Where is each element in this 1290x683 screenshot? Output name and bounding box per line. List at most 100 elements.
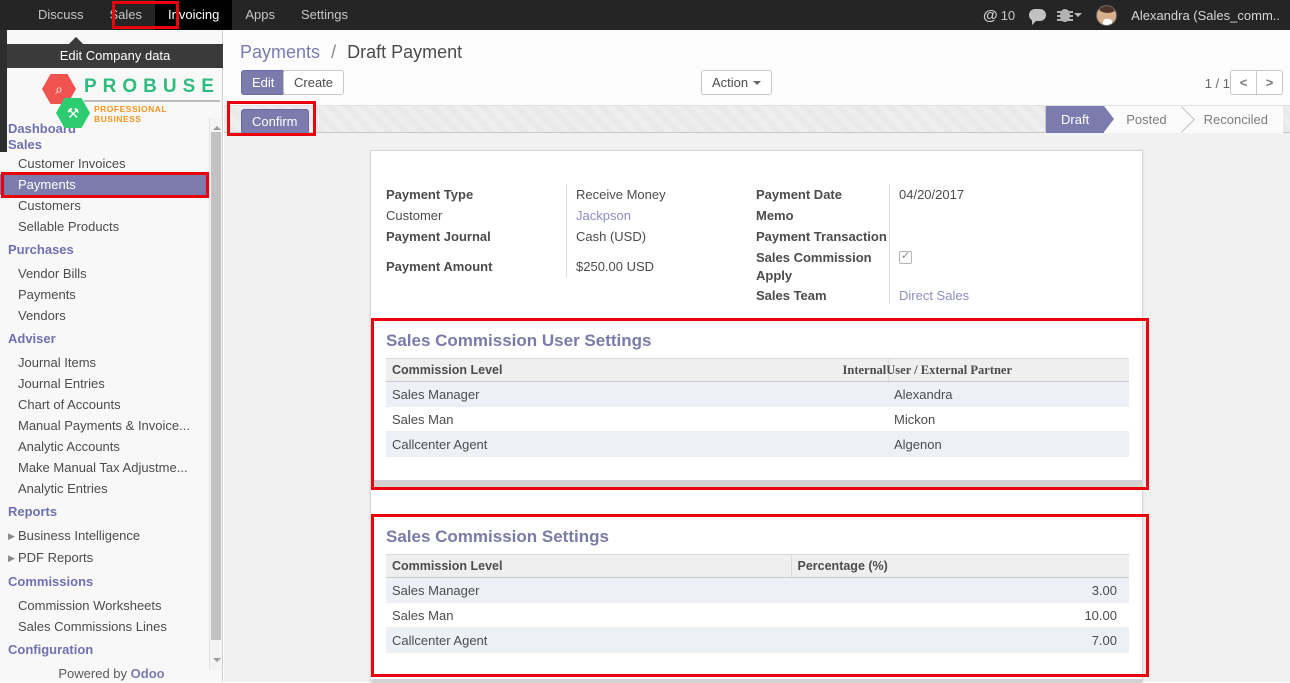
sidebar-item-analytic-accounts[interactable]: Analytic Accounts — [0, 436, 208, 457]
mentions-counter[interactable]: @ 10 — [983, 7, 1015, 24]
sidebar-section-sales[interactable]: Sales — [0, 137, 208, 153]
field-memo: Memo — [756, 205, 1126, 226]
sidebar-item-customers[interactable]: Customers — [0, 195, 208, 216]
user-avatar[interactable] — [1096, 5, 1117, 26]
sidebar-item-sales-commissions-lines[interactable]: Sales Commissions Lines — [0, 616, 208, 637]
table-row[interactable]: Sales Manager Alexandra — [386, 382, 1129, 407]
percentage-cell: 7.00 — [791, 628, 1129, 653]
sidebar-section-configuration[interactable]: Configuration — [0, 642, 208, 658]
commission-level-cell: Callcenter Agent — [386, 628, 791, 653]
sidebar-item-label: PDF Reports — [18, 550, 93, 565]
user-cell: Algenon — [888, 432, 1129, 457]
sidebar-item-commission-worksheets[interactable]: Commission Worksheets — [0, 595, 208, 616]
at-icon: @ — [983, 7, 998, 24]
navbar-menu: Discuss Sales Invoicing Apps Settings — [0, 0, 361, 30]
commission-level-cell: Callcenter Agent — [386, 432, 888, 457]
sidebar-section-reports[interactable]: Reports — [0, 504, 208, 520]
sidebar-item-vendors[interactable]: Vendors — [0, 305, 208, 326]
sidebar-item-manual-payments[interactable]: Manual Payments & Invoice... — [0, 415, 208, 436]
header-part: User — [886, 363, 911, 377]
nav-item-discuss[interactable]: Discuss — [25, 0, 97, 30]
scroll-down-icon[interactable] — [213, 658, 221, 666]
sidebar-section-commissions[interactable]: Commissions — [0, 574, 208, 590]
label-line1: Sales Commission — [756, 250, 872, 265]
payment-amount-label: Payment Amount — [386, 256, 566, 277]
stage-draft[interactable]: Draft — [1046, 106, 1104, 133]
nav-item-apps[interactable]: Apps — [232, 0, 288, 30]
edit-button[interactable]: Edit — [241, 70, 285, 95]
column-header-commission-level[interactable]: Commission Level — [386, 359, 888, 382]
field-payment-date: Payment Date 04/20/2017 — [756, 184, 1126, 205]
status-bar: Confirm Draft Posted Reconciled — [224, 105, 1290, 133]
sidebar-item-customer-invoices[interactable]: Customer Invoices — [0, 153, 208, 174]
percentage-cell: 10.00 — [791, 603, 1129, 628]
navbar-systray: @ 10 Alexandra (Sales_comm.. — [983, 5, 1290, 26]
table-header-row: Commission Level InternalUser / External… — [386, 359, 1129, 382]
user-cell: Mickon — [888, 407, 1129, 432]
action-dropdown-button[interactable]: Action — [701, 70, 772, 95]
sidebar-item-analytic-entries[interactable]: Analytic Entries — [0, 478, 208, 499]
field-group-right: Payment Date 04/20/2017 Memo Payment Tra… — [756, 184, 1126, 306]
expand-arrow-icon: ▶ — [8, 526, 18, 547]
table-row[interactable]: Sales Man 10.00 — [386, 603, 1129, 628]
stage-reconciled[interactable]: Reconciled — [1182, 106, 1283, 133]
field-payment-amount: Payment Amount $250.00 USD — [386, 256, 736, 277]
debug-menu[interactable] — [1060, 9, 1082, 22]
create-button[interactable]: Create — [283, 70, 344, 95]
sidebar-item-business-intelligence[interactable]: ▶Business Intelligence — [0, 525, 208, 547]
odoo-brand-link[interactable]: Odoo — [131, 666, 165, 681]
sidebar-item-payments[interactable]: Payments — [0, 174, 208, 195]
breadcrumb-payments-link[interactable]: Payments — [240, 42, 320, 62]
payment-date-label: Payment Date — [756, 184, 889, 205]
field-payment-transaction: Payment Transaction — [756, 226, 1126, 247]
confirm-button[interactable]: Confirm — [241, 109, 309, 134]
field-payment-journal: Payment Journal Cash (USD) — [386, 226, 736, 247]
user-menu[interactable]: Alexandra (Sales_comm.. — [1131, 8, 1280, 23]
table-row[interactable]: Callcenter Agent 7.00 — [386, 628, 1129, 653]
sidebar-item-journal-items[interactable]: Journal Items — [0, 352, 208, 373]
settings-title: Sales Commission Settings — [386, 527, 609, 547]
sidebar-section-adviser[interactable]: Adviser — [0, 331, 208, 347]
list-footer-bar — [372, 480, 1142, 488]
scroll-up-icon[interactable] — [213, 122, 221, 130]
sidebar-section-purchases[interactable]: Purchases — [0, 242, 208, 258]
table-row[interactable]: Sales Manager 3.00 — [386, 578, 1129, 603]
top-navbar: Discuss Sales Invoicing Apps Settings @ … — [0, 0, 1290, 30]
chevron-down-icon — [1074, 13, 1082, 21]
sidebar-item-vendor-bills[interactable]: Vendor Bills — [0, 263, 208, 284]
sales-team-link[interactable]: Direct Sales — [889, 285, 969, 306]
pager-previous-button[interactable]: < — [1230, 70, 1257, 95]
sidebar-item-journal-entries[interactable]: Journal Entries — [0, 373, 208, 394]
sales-commission-apply-checkbox[interactable] — [899, 251, 912, 264]
column-header-percentage[interactable]: Percentage (%) — [791, 555, 1129, 578]
form-view: Payment Type Receive Money Customer Jack… — [224, 133, 1290, 682]
sidebar-item-chart-of-accounts[interactable]: Chart of Accounts — [0, 394, 208, 415]
table-row[interactable]: Callcenter Agent Algenon — [386, 432, 1129, 457]
messages-icon[interactable] — [1029, 9, 1046, 21]
column-header-commission-level[interactable]: Commission Level — [386, 555, 791, 578]
main-content: Payments / Draft Payment Edit Create Act… — [224, 30, 1290, 682]
column-header-internal-user[interactable]: InternalUser / External Partner — [888, 359, 1129, 382]
pager-next-button[interactable]: > — [1256, 70, 1283, 95]
sidebar-item-vendor-payments[interactable]: Payments — [0, 284, 208, 305]
nav-item-sales[interactable]: Sales — [97, 0, 156, 30]
sidebar-item-pdf-reports[interactable]: ▶PDF Reports — [0, 547, 208, 569]
sidebar-item-tax-adjustments[interactable]: Make Manual Tax Adjustme... — [0, 457, 208, 478]
stage-posted[interactable]: Posted — [1104, 106, 1181, 133]
payment-amount-value: $250.00 USD — [566, 256, 654, 277]
field-sales-team: Sales Team Direct Sales — [756, 285, 1126, 306]
customer-link[interactable]: Jackpson — [566, 205, 631, 226]
field-customer: Customer Jackpson — [386, 205, 736, 226]
powered-by: Powered by Odoo — [0, 666, 223, 681]
nav-item-settings[interactable]: Settings — [288, 0, 361, 30]
payment-type-value: Receive Money — [566, 184, 666, 205]
table-row[interactable]: Sales Man Mickon — [386, 407, 1129, 432]
sidebar-scrollbar[interactable] — [209, 118, 222, 670]
sidebar-item-sellable-products[interactable]: Sellable Products — [0, 216, 208, 237]
customer-label: Customer — [386, 205, 566, 226]
sidebar-section-dashboard[interactable]: Dashboard — [0, 121, 208, 137]
scrollbar-thumb[interactable] — [211, 132, 221, 640]
payment-type-label: Payment Type — [386, 184, 566, 205]
edit-company-tooltip: Edit Company data — [7, 44, 223, 68]
nav-item-invoicing[interactable]: Invoicing — [155, 0, 232, 30]
